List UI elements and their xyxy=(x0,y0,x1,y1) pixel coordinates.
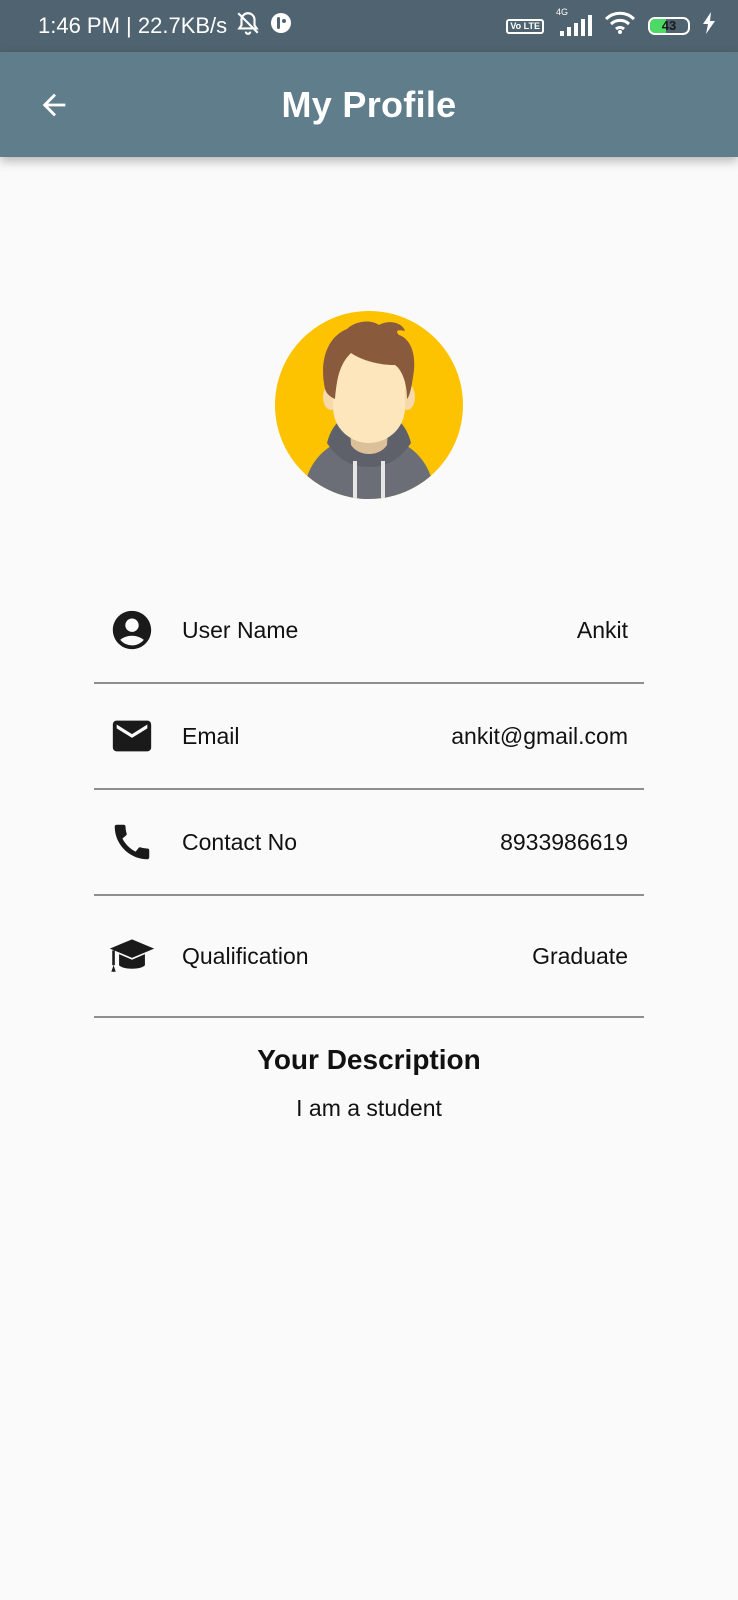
graduation-cap-icon xyxy=(108,932,156,980)
wifi-icon xyxy=(604,11,636,41)
account-circle-icon xyxy=(108,606,156,654)
list-item-user-name: User Name Ankit xyxy=(94,578,644,684)
description-text: I am a student xyxy=(296,1095,442,1121)
row-label-qualification: Qualification xyxy=(182,942,309,969)
list-item-email: Email ankit@gmail.com xyxy=(94,684,644,790)
profile-avatar xyxy=(275,311,463,499)
arrow-back-icon[interactable] xyxy=(34,85,74,125)
phone-icon xyxy=(108,818,156,866)
page-title: My Profile xyxy=(281,83,457,125)
row-value-user-name: Ankit xyxy=(576,616,628,643)
status-bar-right: Vo LTE 4G 43 xyxy=(506,7,716,41)
row-label-user-name: User Name xyxy=(182,616,299,643)
app-notification-icon xyxy=(269,11,293,41)
charging-icon xyxy=(702,12,716,40)
status-bar: 1:46 PM | 22.7KB/s Vo LTE 4G 43 xyxy=(0,0,738,52)
status-time-speed: 1:46 PM | 22.7KB/s xyxy=(38,13,228,38)
email-icon xyxy=(108,712,156,760)
battery-icon: 43 xyxy=(648,17,690,35)
row-value-contact-no: 8933986619 xyxy=(500,828,628,855)
list-item-contact-no: Contact No 8933986619 xyxy=(94,790,644,896)
row-label-contact-no: Contact No xyxy=(182,828,298,855)
battery-level: 43 xyxy=(661,18,677,33)
volte-icon: Vo LTE xyxy=(506,18,544,34)
row-value-qualification: Graduate xyxy=(532,942,628,969)
description-title: Your Description xyxy=(257,1044,481,1075)
network-type: 4G xyxy=(556,7,569,17)
profile-info-list: User Name Ankit Email ankit@gmail.com Co… xyxy=(94,578,644,1018)
alarm-off-icon xyxy=(235,10,261,42)
row-label-email: Email xyxy=(182,722,240,749)
list-item-qualification: Qualification Graduate xyxy=(94,896,644,1018)
signal-icon: 4G xyxy=(556,7,592,37)
status-bar-left: 1:46 PM | 22.7KB/s xyxy=(38,10,293,42)
row-value-email: ankit@gmail.com xyxy=(451,722,628,749)
app-bar: My Profile xyxy=(0,52,738,157)
